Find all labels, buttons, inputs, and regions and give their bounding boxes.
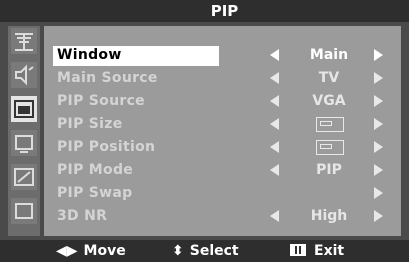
left-right-arrows-icon: ◀▶ [56,243,78,259]
tilt-icon[interactable] [11,164,37,190]
exit-icon [290,244,306,256]
menu-row-value: TV [318,70,340,86]
menu-row-label: PIP Mode [57,162,134,178]
help-bar: ◀▶ Move ⬍ Select Exit [0,240,409,262]
monitor-icon[interactable] [11,130,37,156]
sidebar [8,26,40,236]
right-arrow-icon[interactable] [374,164,383,176]
menu-row-value: High [310,208,348,224]
up-down-arrows-icon: ⬍ [172,243,184,259]
menu-row-label: 3D NR [57,208,108,224]
exit-label: Exit [314,243,345,259]
left-arrow-icon[interactable] [270,164,279,176]
move-label: Move [83,243,126,259]
left-arrow-icon[interactable] [270,141,279,153]
menu-row-value: VGA [312,93,346,109]
right-arrow-icon[interactable] [374,210,383,222]
menu-row-label: PIP Source [57,93,145,109]
right-arrow-icon[interactable] [374,95,383,107]
antenna-icon[interactable] [11,28,37,54]
menu-row-value: PIP [316,162,342,178]
menu-row-pip-source[interactable]: PIP Source VGA [44,92,401,112]
right-arrow-icon[interactable] [374,118,383,130]
pip-window-shape [320,144,332,149]
menu-row-3d-nr[interactable]: 3D NR High [44,207,401,227]
left-arrow-icon[interactable] [270,95,279,107]
left-arrow-icon[interactable] [270,210,279,222]
menu-row-pip-position[interactable]: PIP Position [44,138,401,158]
right-arrow-icon[interactable] [374,72,383,84]
right-arrow-icon[interactable] [374,49,383,61]
pip-size-icon [316,117,344,132]
menu-header: PIP [0,0,409,22]
left-arrow-icon[interactable] [270,72,279,84]
left-arrow-icon[interactable] [270,118,279,130]
menu-row-label: Main Source [57,70,158,86]
pip-position-icon [316,140,344,155]
exit-hint: Exit [290,243,344,259]
menu-row-label: PIP Size [57,116,123,132]
select-hint: ⬍ Select [172,243,239,259]
menu-row-label: PIP Swap [57,185,133,201]
sound-icon[interactable] [11,62,37,88]
menu-row-pip-size[interactable]: PIP Size [44,115,401,135]
picture-in-picture-icon[interactable] [11,96,37,122]
menu-title: PIP [210,2,239,20]
pip-menu: Window Main Main Source TV PIP Source VG… [44,26,401,236]
menu-row-pip-swap[interactable]: PIP Swap [44,184,401,204]
left-arrow-icon[interactable] [270,49,279,61]
menu-row-main-source[interactable]: Main Source TV [44,69,401,89]
menu-row-value: Main [309,47,349,63]
menu-row-label: PIP Position [57,139,156,155]
screen-icon[interactable] [11,198,37,224]
menu-row-label: Window [57,47,122,63]
select-label: Select [189,243,239,259]
menu-row-window[interactable]: Window Main [44,46,401,66]
menu-row-pip-mode[interactable]: PIP Mode PIP [44,161,401,181]
move-hint: ◀▶ Move [56,243,126,259]
right-arrow-icon[interactable] [374,141,383,153]
right-arrow-icon[interactable] [374,187,383,199]
pip-window-shape [320,121,332,126]
